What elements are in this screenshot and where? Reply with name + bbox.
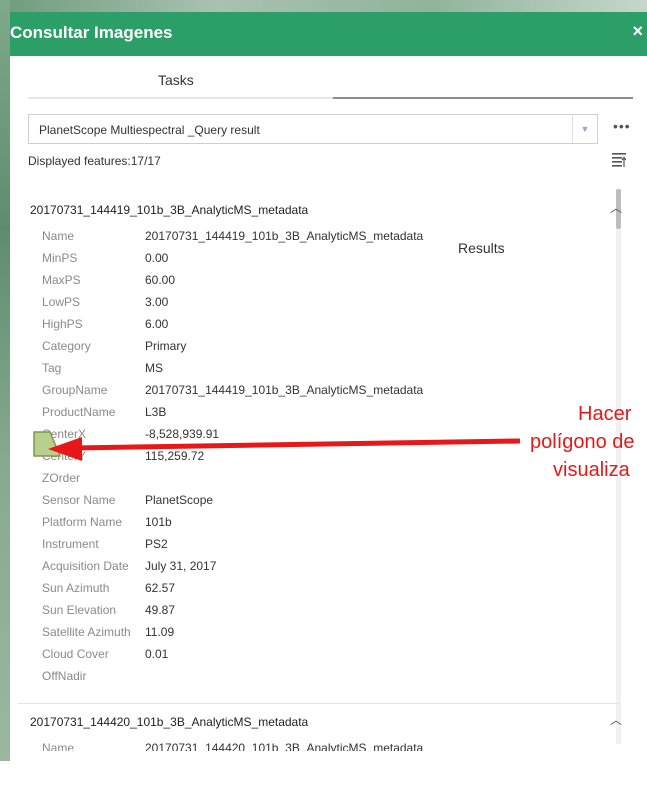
record-divider [18,703,620,704]
attribute-label: MinPS [42,251,78,265]
panel-header: Consultar Imagenes × [10,12,647,56]
panel-title: Consultar Imagenes [10,23,173,42]
attribute-value: 20170731_144419_101b_3B_AnalyticMS_metad… [145,383,424,397]
attribute-value: -8,528,939.91 [145,427,220,441]
list-sort-icon[interactable] [612,152,626,168]
layer-select-row: PlanetScope Multiespectral _Query result… [10,114,647,150]
record-title[interactable]: 20170731_144419_101b_3B_AnalyticMS_metad… [30,203,308,217]
attribute-label: LowPS [42,295,81,309]
attribute-value: PS2 [145,537,168,551]
attribute-value: 49.87 [145,603,176,617]
attribute-label: Category [42,339,91,353]
displayed-features-count: Displayed features:17/17 [28,154,161,168]
attribute-value: PlanetScope [145,493,214,507]
attribute-value: 3.00 [145,295,169,309]
layer-select[interactable]: PlanetScope Multiespectral _Query result… [28,114,598,144]
map-background-left [0,0,10,761]
attribute-label: GroupName [42,383,108,397]
features-row: Displayed features:17/17 [10,150,647,174]
attribute-value: 6.00 [145,317,169,331]
tab-results-underline [333,97,633,99]
attribute-value: July 31, 2017 [145,559,217,573]
attribute-label: Acquisition Date [42,559,129,573]
attribute-label: MaxPS [42,273,81,287]
attribute-value: 60.00 [145,273,176,287]
attribute-value: MS [145,361,163,375]
chevron-up-icon[interactable]: ︿ [610,711,622,728]
attribute-value: 101b [145,515,172,529]
record-title[interactable]: 20170731_144420_101b_3B_AnalyticMS_metad… [30,715,308,729]
attribute-label: ProductName [42,405,116,419]
attribute-value: 11.09 [145,625,175,639]
attribute-label: CenterX [42,427,87,441]
close-icon[interactable]: × [632,21,643,42]
more-icon[interactable]: ••• [613,118,631,134]
attribute-label: Tag [42,361,62,375]
attribute-value: 20170731_144419_101b_3B_AnalyticMS_metad… [145,229,424,243]
attribute-label: OffNadir [42,669,87,683]
chevron-up-icon[interactable]: ︿ [610,199,622,216]
attribute-label: Platform Name [42,515,123,529]
attribute-label: HighPS [42,317,83,331]
map-background-top [0,0,647,12]
tab-tasks[interactable]: Tasks [158,72,194,88]
attribute-label: Satellite Azimuth [42,625,131,639]
attribute-label: Instrument [42,537,99,551]
attribute-label: Sensor Name [42,493,116,507]
layer-select-value: PlanetScope Multiespectral _Query result [39,123,260,137]
annotation-text-line: visualiza [553,459,630,481]
attribute-value: 20170731_144420_101b_3B_AnalyticMS_metad… [145,741,424,751]
attribute-label: Sun Azimuth [42,581,110,595]
tab-tasks-underline [28,97,333,99]
attribute-value: 0.01 [145,647,169,661]
attribute-value: Primary [145,339,187,353]
attribute-label: Name [42,741,75,751]
attribute-label: CenterY [42,449,87,463]
tab-bar: Tasks Results [10,56,647,256]
attribute-value: 0.00 [145,251,169,265]
attribute-label: Cloud Cover [42,647,109,661]
attribute-label: Sun Elevation [42,603,117,617]
annotation-text-line: polígono de [530,431,635,453]
attribute-label: ZOrder [42,471,81,485]
attribute-value: 62.57 [145,581,176,595]
attribute-value: L3B [145,405,167,419]
attribute-value: 115,259.72 [145,449,205,463]
chevron-down-icon[interactable]: ▼ [572,115,597,143]
annotation-text-line: Hacer [578,403,632,425]
attribute-label: Name [42,229,75,243]
